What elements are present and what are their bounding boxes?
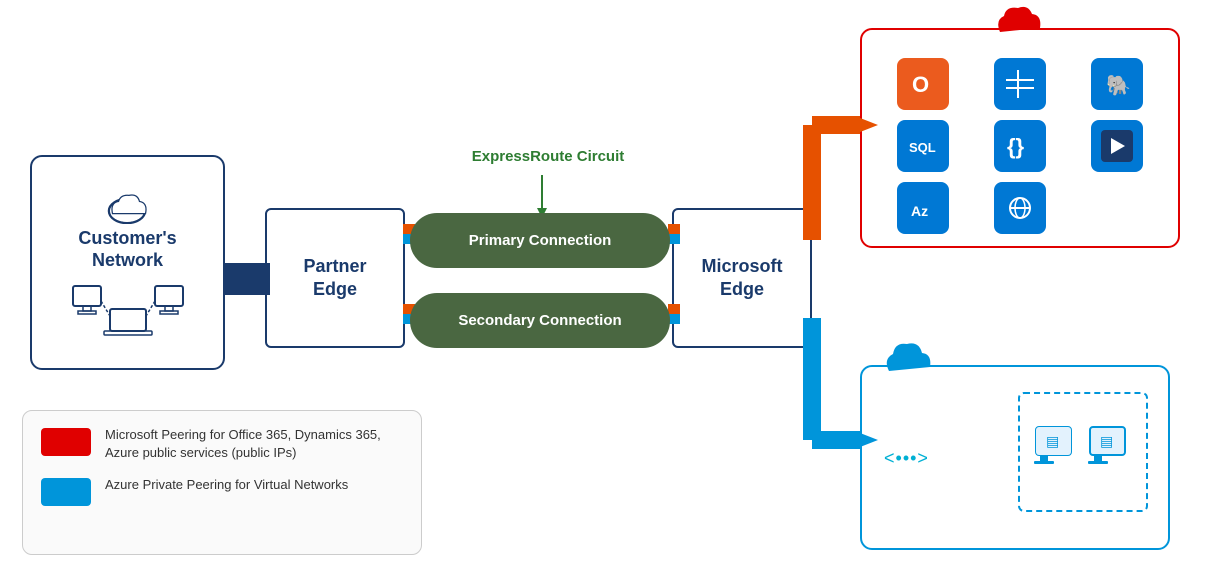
svg-text:SQL: SQL	[909, 140, 936, 155]
office365-icons-grid: O 🐘 S	[862, 30, 1178, 248]
svg-text:O: O	[912, 72, 929, 97]
json-icon: {}	[994, 120, 1046, 172]
svg-text:<•••>: <•••>	[884, 448, 929, 468]
primary-connection-label: Primary Connection	[469, 232, 612, 249]
customer-network-label: Customer's Network	[78, 228, 176, 271]
sql-icon: SQL	[897, 120, 949, 172]
partner-edge-box: Partner Edge	[265, 208, 405, 348]
microsoft-edge-box: Microsoft Edge	[672, 208, 812, 348]
legend-item-1: Microsoft Peering for Office 365, Dynami…	[41, 426, 403, 462]
svg-text:🐘: 🐘	[1106, 74, 1131, 97]
azure-inner-dashed-box: ▤ ▤	[1018, 392, 1148, 512]
azure-cloud-icon	[877, 335, 942, 377]
cloud-icon	[105, 189, 150, 224]
secondary-connection-pill: Secondary Connection	[410, 293, 670, 348]
svg-text:{}: {}	[1007, 134, 1025, 159]
red-cloud-icon	[990, 0, 1050, 40]
office-icon: O	[897, 58, 949, 110]
legend-item-2: Azure Private Peering for Virtual Networ…	[41, 476, 403, 506]
primary-connection-pill: Primary Connection	[410, 213, 670, 268]
vm-icons: ▤ ▤	[1028, 412, 1138, 492]
partner-edge-label: Partner Edge	[303, 255, 366, 302]
web-icon	[994, 182, 1046, 234]
svg-text:▤: ▤	[1100, 433, 1113, 449]
microsoft-edge-label: Microsoft Edge	[702, 255, 783, 302]
legend-box: Microsoft Peering for Office 365, Dynami…	[22, 410, 422, 555]
svg-text:Az: Az	[911, 203, 928, 219]
office365-box: O 🐘 S	[860, 28, 1180, 248]
legend-color-blue	[41, 478, 91, 506]
peering-dots: <•••>	[884, 442, 944, 478]
azure-private-box: ▤ ▤ <•••>	[860, 365, 1170, 550]
computers-icon	[68, 281, 188, 336]
secondary-connection-label: Secondary Connection	[458, 312, 621, 329]
legend-text-2: Azure Private Peering for Virtual Networ…	[105, 476, 348, 494]
hdinsight-icon: 🐘	[1091, 58, 1143, 110]
legend-text-1: Microsoft Peering for Office 365, Dynami…	[105, 426, 403, 462]
expressroute-label: ExpressRoute Circuit	[438, 148, 658, 165]
media-icon	[1091, 120, 1143, 172]
customer-network-box: Customer's Network	[30, 155, 225, 370]
svg-text:▤: ▤	[1046, 433, 1059, 449]
azure-icon: Az	[897, 182, 949, 234]
table-icon	[994, 58, 1046, 110]
legend-color-red	[41, 428, 91, 456]
diagram-container: Customer's Network Partner Edge ExpressR…	[0, 0, 1215, 581]
